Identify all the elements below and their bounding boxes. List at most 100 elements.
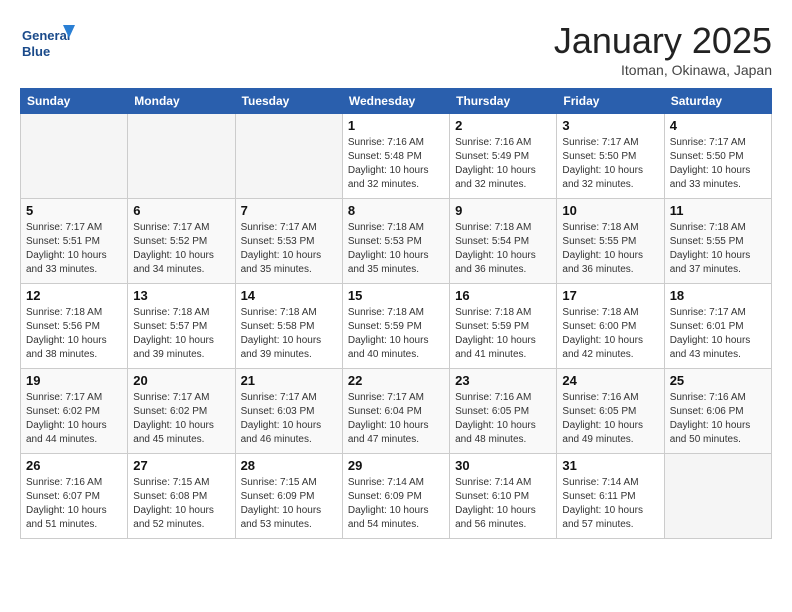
calendar-cell: 4 Sunrise: 7:17 AM Sunset: 5:50 PM Dayli… (664, 114, 771, 199)
calendar-week-row: 1 Sunrise: 7:16 AM Sunset: 5:48 PM Dayli… (21, 114, 772, 199)
day-number: 21 (241, 373, 337, 388)
sun-info: Sunrise: 7:18 AM Sunset: 5:59 PM Dayligh… (455, 306, 551, 362)
calendar-cell: 31 Sunrise: 7:14 AM Sunset: 6:11 PM Dayl… (557, 454, 664, 539)
calendar-cell: 14 Sunrise: 7:18 AM Sunset: 5:58 PM Dayl… (235, 284, 342, 369)
calendar-cell: 1 Sunrise: 7:16 AM Sunset: 5:48 PM Dayli… (342, 114, 449, 199)
sun-info: Sunrise: 7:18 AM Sunset: 5:55 PM Dayligh… (562, 221, 658, 277)
day-number: 5 (26, 203, 122, 218)
calendar-cell: 8 Sunrise: 7:18 AM Sunset: 5:53 PM Dayli… (342, 199, 449, 284)
calendar-week-row: 5 Sunrise: 7:17 AM Sunset: 5:51 PM Dayli… (21, 199, 772, 284)
calendar-cell (235, 114, 342, 199)
day-number: 30 (455, 458, 551, 473)
weekday-header-row: SundayMondayTuesdayWednesdayThursdayFrid… (21, 89, 772, 114)
calendar-cell: 10 Sunrise: 7:18 AM Sunset: 5:55 PM Dayl… (557, 199, 664, 284)
sun-info: Sunrise: 7:15 AM Sunset: 6:09 PM Dayligh… (241, 476, 337, 532)
sun-info: Sunrise: 7:18 AM Sunset: 5:54 PM Dayligh… (455, 221, 551, 277)
sun-info: Sunrise: 7:14 AM Sunset: 6:10 PM Dayligh… (455, 476, 551, 532)
calendar-cell: 13 Sunrise: 7:18 AM Sunset: 5:57 PM Dayl… (128, 284, 235, 369)
sun-info: Sunrise: 7:17 AM Sunset: 5:52 PM Dayligh… (133, 221, 229, 277)
day-number: 9 (455, 203, 551, 218)
calendar-cell: 11 Sunrise: 7:18 AM Sunset: 5:55 PM Dayl… (664, 199, 771, 284)
day-number: 20 (133, 373, 229, 388)
calendar-cell: 3 Sunrise: 7:17 AM Sunset: 5:50 PM Dayli… (557, 114, 664, 199)
sun-info: Sunrise: 7:14 AM Sunset: 6:09 PM Dayligh… (348, 476, 444, 532)
day-number: 10 (562, 203, 658, 218)
sun-info: Sunrise: 7:16 AM Sunset: 6:05 PM Dayligh… (562, 391, 658, 447)
sun-info: Sunrise: 7:17 AM Sunset: 5:51 PM Dayligh… (26, 221, 122, 277)
weekday-header-thursday: Thursday (450, 89, 557, 114)
calendar-cell: 21 Sunrise: 7:17 AM Sunset: 6:03 PM Dayl… (235, 369, 342, 454)
sun-info: Sunrise: 7:17 AM Sunset: 6:02 PM Dayligh… (133, 391, 229, 447)
day-number: 7 (241, 203, 337, 218)
calendar-cell: 26 Sunrise: 7:16 AM Sunset: 6:07 PM Dayl… (21, 454, 128, 539)
calendar-cell: 5 Sunrise: 7:17 AM Sunset: 5:51 PM Dayli… (21, 199, 128, 284)
calendar-cell: 24 Sunrise: 7:16 AM Sunset: 6:05 PM Dayl… (557, 369, 664, 454)
day-number: 11 (670, 203, 766, 218)
calendar-cell: 2 Sunrise: 7:16 AM Sunset: 5:49 PM Dayli… (450, 114, 557, 199)
svg-text:General: General (22, 28, 70, 43)
sun-info: Sunrise: 7:17 AM Sunset: 6:01 PM Dayligh… (670, 306, 766, 362)
sun-info: Sunrise: 7:18 AM Sunset: 6:00 PM Dayligh… (562, 306, 658, 362)
sun-info: Sunrise: 7:16 AM Sunset: 5:49 PM Dayligh… (455, 136, 551, 192)
sun-info: Sunrise: 7:14 AM Sunset: 6:11 PM Dayligh… (562, 476, 658, 532)
sun-info: Sunrise: 7:16 AM Sunset: 5:48 PM Dayligh… (348, 136, 444, 192)
day-number: 25 (670, 373, 766, 388)
sun-info: Sunrise: 7:18 AM Sunset: 5:56 PM Dayligh… (26, 306, 122, 362)
sun-info: Sunrise: 7:17 AM Sunset: 5:50 PM Dayligh… (670, 136, 766, 192)
calendar-week-row: 26 Sunrise: 7:16 AM Sunset: 6:07 PM Dayl… (21, 454, 772, 539)
day-number: 3 (562, 118, 658, 133)
calendar-cell: 22 Sunrise: 7:17 AM Sunset: 6:04 PM Dayl… (342, 369, 449, 454)
weekday-header-sunday: Sunday (21, 89, 128, 114)
day-number: 8 (348, 203, 444, 218)
sun-info: Sunrise: 7:17 AM Sunset: 6:03 PM Dayligh… (241, 391, 337, 447)
calendar-cell (128, 114, 235, 199)
day-number: 27 (133, 458, 229, 473)
location-title: Itoman, Okinawa, Japan (554, 62, 772, 78)
sun-info: Sunrise: 7:17 AM Sunset: 6:04 PM Dayligh… (348, 391, 444, 447)
day-number: 14 (241, 288, 337, 303)
calendar-cell: 30 Sunrise: 7:14 AM Sunset: 6:10 PM Dayl… (450, 454, 557, 539)
calendar-week-row: 19 Sunrise: 7:17 AM Sunset: 6:02 PM Dayl… (21, 369, 772, 454)
calendar-cell: 12 Sunrise: 7:18 AM Sunset: 5:56 PM Dayl… (21, 284, 128, 369)
calendar-cell: 28 Sunrise: 7:15 AM Sunset: 6:09 PM Dayl… (235, 454, 342, 539)
day-number: 24 (562, 373, 658, 388)
day-number: 26 (26, 458, 122, 473)
sun-info: Sunrise: 7:16 AM Sunset: 6:05 PM Dayligh… (455, 391, 551, 447)
calendar-cell (664, 454, 771, 539)
calendar-cell: 17 Sunrise: 7:18 AM Sunset: 6:00 PM Dayl… (557, 284, 664, 369)
calendar-cell: 27 Sunrise: 7:15 AM Sunset: 6:08 PM Dayl… (128, 454, 235, 539)
sun-info: Sunrise: 7:18 AM Sunset: 5:53 PM Dayligh… (348, 221, 444, 277)
sun-info: Sunrise: 7:16 AM Sunset: 6:07 PM Dayligh… (26, 476, 122, 532)
day-number: 13 (133, 288, 229, 303)
sun-info: Sunrise: 7:18 AM Sunset: 5:59 PM Dayligh… (348, 306, 444, 362)
weekday-header-wednesday: Wednesday (342, 89, 449, 114)
page-header: General Blue January 2025 Itoman, Okinaw… (20, 20, 772, 78)
calendar-cell: 20 Sunrise: 7:17 AM Sunset: 6:02 PM Dayl… (128, 369, 235, 454)
day-number: 6 (133, 203, 229, 218)
sun-info: Sunrise: 7:18 AM Sunset: 5:58 PM Dayligh… (241, 306, 337, 362)
day-number: 28 (241, 458, 337, 473)
weekday-header-monday: Monday (128, 89, 235, 114)
day-number: 29 (348, 458, 444, 473)
calendar-cell: 9 Sunrise: 7:18 AM Sunset: 5:54 PM Dayli… (450, 199, 557, 284)
calendar-cell: 15 Sunrise: 7:18 AM Sunset: 5:59 PM Dayl… (342, 284, 449, 369)
logo: General Blue (20, 20, 75, 70)
calendar-cell: 7 Sunrise: 7:17 AM Sunset: 5:53 PM Dayli… (235, 199, 342, 284)
calendar-cell: 29 Sunrise: 7:14 AM Sunset: 6:09 PM Dayl… (342, 454, 449, 539)
calendar-cell: 18 Sunrise: 7:17 AM Sunset: 6:01 PM Dayl… (664, 284, 771, 369)
day-number: 2 (455, 118, 551, 133)
weekday-header-tuesday: Tuesday (235, 89, 342, 114)
calendar-cell: 16 Sunrise: 7:18 AM Sunset: 5:59 PM Dayl… (450, 284, 557, 369)
sun-info: Sunrise: 7:17 AM Sunset: 5:53 PM Dayligh… (241, 221, 337, 277)
day-number: 15 (348, 288, 444, 303)
day-number: 4 (670, 118, 766, 133)
logo-svg: General Blue (20, 20, 75, 70)
sun-info: Sunrise: 7:17 AM Sunset: 6:02 PM Dayligh… (26, 391, 122, 447)
calendar-week-row: 12 Sunrise: 7:18 AM Sunset: 5:56 PM Dayl… (21, 284, 772, 369)
title-block: January 2025 Itoman, Okinawa, Japan (554, 20, 772, 78)
calendar-cell: 6 Sunrise: 7:17 AM Sunset: 5:52 PM Dayli… (128, 199, 235, 284)
day-number: 23 (455, 373, 551, 388)
calendar-cell: 19 Sunrise: 7:17 AM Sunset: 6:02 PM Dayl… (21, 369, 128, 454)
sun-info: Sunrise: 7:17 AM Sunset: 5:50 PM Dayligh… (562, 136, 658, 192)
day-number: 1 (348, 118, 444, 133)
